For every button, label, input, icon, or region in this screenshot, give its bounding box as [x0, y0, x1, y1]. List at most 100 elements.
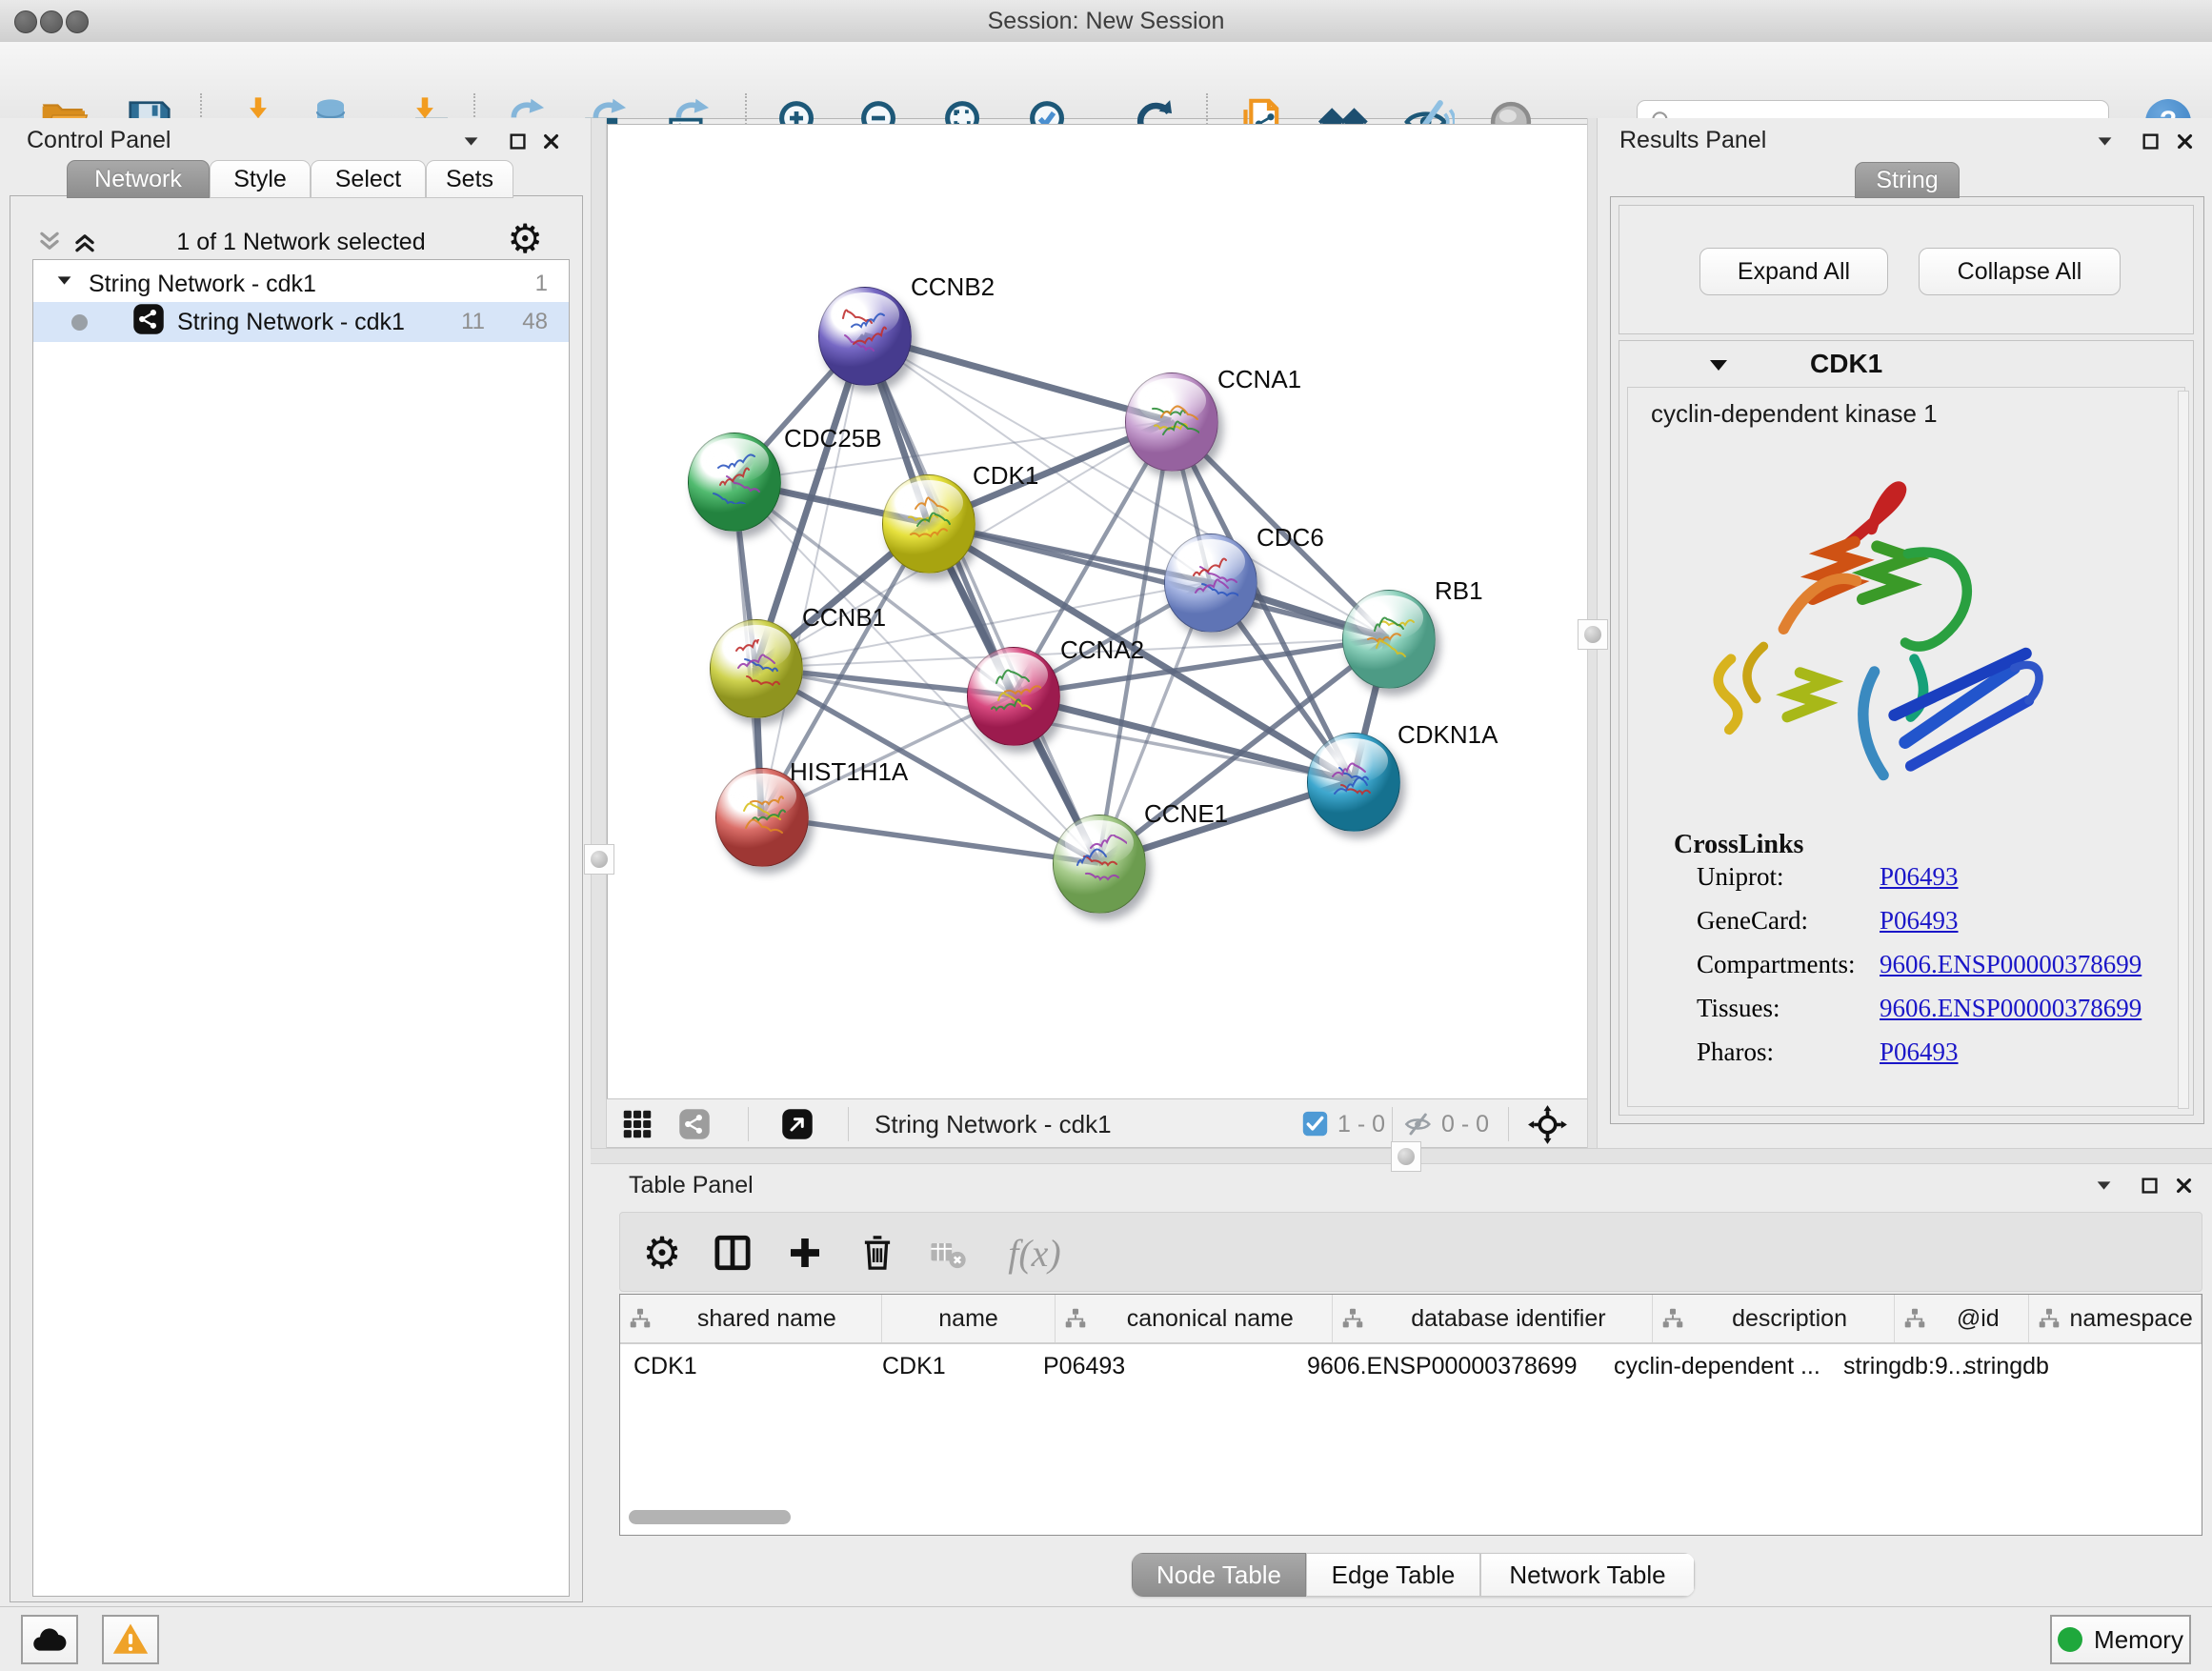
crosslink-value-link[interactable]: P06493	[1880, 906, 1959, 936]
column-header-name[interactable]: name	[882, 1295, 1056, 1342]
tab-select[interactable]: Select	[311, 160, 426, 198]
crosslink-row: Pharos: P06493	[1628, 1037, 2184, 1081]
table-cell[interactable]: stringdb:9...	[1830, 1344, 1951, 1388]
network-node-CCNA1[interactable]	[1125, 372, 1218, 472]
panel-float-icon[interactable]	[2138, 1174, 2162, 1198]
crosslink-value-link[interactable]: P06493	[1880, 1037, 1959, 1067]
column-header-label: namespace	[2061, 1305, 2201, 1333]
column-header-database-identifier[interactable]: database identifier	[1333, 1295, 1653, 1342]
table-options-gear-icon[interactable]: ⚙	[635, 1226, 689, 1279]
table-cell[interactable]: CDK1	[869, 1344, 1030, 1388]
network-edge[interactable]	[761, 335, 864, 816]
network-node-CCNB1[interactable]	[710, 619, 803, 718]
tab-network[interactable]: Network	[67, 160, 210, 198]
network-node-CCNE1[interactable]	[1053, 815, 1146, 914]
node-label-CCNA1[interactable]: CCNA1	[1217, 365, 1301, 394]
tab-network-table[interactable]: Network Table	[1480, 1553, 1695, 1597]
tab-string-results[interactable]: String	[1855, 162, 1960, 198]
delete-column-icon[interactable]	[851, 1226, 904, 1279]
network-edge[interactable]	[761, 816, 1098, 863]
node-label-CCNB2[interactable]: CCNB2	[911, 272, 995, 302]
column-header-description[interactable]: description	[1653, 1295, 1896, 1342]
node-label-CDC25B[interactable]: CDC25B	[784, 424, 882, 453]
selected-count: 1 - 0	[1337, 1111, 1385, 1138]
panel-float-icon[interactable]	[2139, 130, 2163, 154]
gene-panel-scrollbar[interactable]	[2178, 391, 2189, 1109]
network-canvas[interactable]: CCNB2 CCNA1 CDC25B CDK1 CDC6 RB1 CCNB1 CCNA2 CDK…	[607, 124, 1588, 1099]
left-splitter-handle[interactable]	[584, 844, 614, 875]
panel-float-icon[interactable]	[506, 130, 531, 154]
crosslink-value-link[interactable]: P06493	[1880, 862, 1959, 892]
crosslink-value-link[interactable]: 9606.ENSP00000378699	[1880, 994, 2142, 1023]
bottom-splitter-handle[interactable]	[1391, 1141, 1421, 1172]
gene-description: cyclin-dependent kinase 1	[1651, 399, 1938, 429]
node-label-CDK1[interactable]: CDK1	[973, 461, 1038, 491]
table-cell[interactable]: stringdb	[1951, 1344, 2110, 1388]
selected-checkbox-icon[interactable]	[1301, 1110, 1329, 1142]
panel-close-icon[interactable]	[2172, 1174, 2197, 1198]
network-node-CCNA2[interactable]	[967, 647, 1060, 746]
warning-button[interactable]	[102, 1615, 159, 1664]
network-node-CDC25B[interactable]	[688, 433, 781, 532]
network-node-RB1[interactable]	[1342, 590, 1436, 689]
protein-ribbon-thumbnail	[835, 307, 893, 358]
network-node-CDC6[interactable]	[1164, 534, 1257, 633]
node-table: shared namename canonical namedatabase id…	[619, 1294, 2202, 1536]
add-column-icon[interactable]	[778, 1226, 832, 1279]
column-header-canonical-name[interactable]: canonical name	[1056, 1295, 1333, 1342]
node-label-RB1[interactable]: RB1	[1435, 576, 1483, 606]
column-header-shared-name[interactable]: shared name	[620, 1295, 882, 1342]
expand-all-button[interactable]: Expand All	[1699, 248, 1888, 295]
node-label-HIST1H1A[interactable]: HIST1H1A	[790, 757, 908, 787]
network-node-CDK1[interactable]	[882, 474, 975, 574]
table-cell[interactable]: P06493	[1030, 1344, 1294, 1388]
column-header--id[interactable]: @id	[1895, 1295, 2029, 1342]
memory-button[interactable]: Memory	[2050, 1615, 2191, 1664]
panel-menu-icon[interactable]	[2093, 130, 2118, 154]
collapse-all-button[interactable]: Collapse All	[1919, 248, 2121, 295]
network-node-CDKN1A[interactable]	[1307, 733, 1400, 832]
panel-close-icon[interactable]	[539, 130, 564, 154]
tab-edge-table[interactable]: Edge Table	[1306, 1553, 1480, 1597]
network-type-icon	[131, 302, 166, 343]
panel-menu-icon[interactable]	[2092, 1174, 2117, 1198]
network-row-selected[interactable]: String Network - cdk1 11 48	[33, 302, 569, 342]
node-label-CDC6[interactable]: CDC6	[1257, 523, 1324, 553]
cloud-button[interactable]	[21, 1615, 78, 1664]
crosslink-value-link[interactable]: 9606.ENSP00000378699	[1880, 950, 2142, 979]
node-label-CCNB1[interactable]: CCNB1	[802, 603, 886, 633]
network-node-count: 11	[461, 309, 485, 335]
table-cell[interactable]: CDK1	[620, 1344, 869, 1388]
column-header-label: canonical name	[1088, 1305, 1332, 1333]
hidden-eye-slash-icon[interactable]	[1403, 1109, 1434, 1144]
open-in-browser-icon[interactable]	[780, 1107, 814, 1146]
panel-menu-icon[interactable]	[459, 130, 484, 154]
node-label-CCNE1[interactable]: CCNE1	[1144, 799, 1228, 829]
protein-ribbon-thumbnail	[984, 667, 1041, 718]
node-label-CCNA2[interactable]: CCNA2	[1060, 635, 1144, 665]
fit-selected-crosshair-icon[interactable]	[1527, 1104, 1568, 1150]
tab-node-table[interactable]: Node Table	[1132, 1553, 1306, 1597]
node-label-CDKN1A[interactable]: CDKN1A	[1398, 720, 1498, 750]
panel-close-icon[interactable]	[2173, 130, 2198, 154]
column-header-label: shared name	[653, 1305, 881, 1333]
birdseye-grid-icon[interactable]	[620, 1107, 654, 1146]
network-node-CCNB2[interactable]	[818, 287, 912, 386]
protein-ribbon-thumbnail	[1359, 610, 1417, 661]
table-cell[interactable]: 9606.ENSP00000378699	[1294, 1344, 1600, 1388]
gene-expander-icon[interactable]	[1707, 354, 1730, 382]
collection-expander-icon[interactable]	[54, 271, 75, 298]
table-cell[interactable]: cyclin-dependent ...	[1600, 1344, 1830, 1388]
column-header-namespace[interactable]: namespace	[2029, 1295, 2202, 1342]
table-horizontal-scrollbar[interactable]	[629, 1510, 791, 1524]
tab-sets[interactable]: Sets	[426, 160, 513, 198]
crosslink-row: Uniprot: P06493	[1628, 862, 2184, 906]
tab-style[interactable]: Style	[210, 160, 311, 198]
network-share-icon[interactable]	[677, 1107, 712, 1146]
network-collection-row[interactable]: String Network - cdk1 1	[33, 266, 569, 302]
network-options-gear-icon[interactable]: ⚙	[507, 219, 543, 259]
right-splitter-handle[interactable]	[1578, 619, 1608, 650]
table-row[interactable]: CDK1CDK1P064939606.ENSP00000378699cyclin…	[620, 1344, 2202, 1388]
network-label: String Network - cdk1	[177, 309, 405, 336]
show-columns-icon[interactable]	[706, 1226, 759, 1279]
